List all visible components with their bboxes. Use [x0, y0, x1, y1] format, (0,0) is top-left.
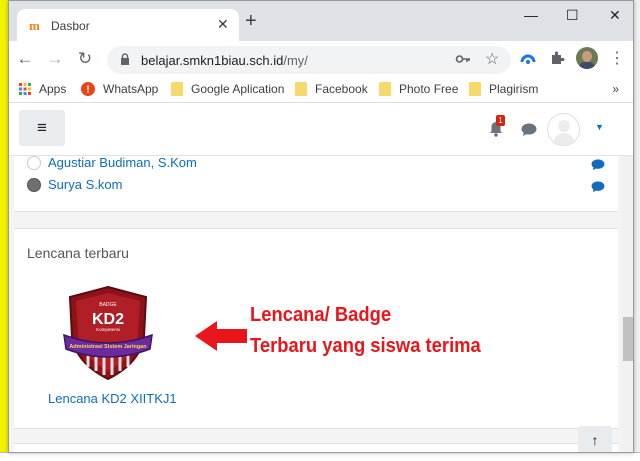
- bookmark-label: Apps: [39, 82, 67, 96]
- list-item[interactable]: Surya S.kom: [27, 177, 122, 192]
- bookmark-label: WhatsApp: [103, 82, 159, 96]
- url-text: belajar.smkn1biau.sch.id/my/: [141, 53, 308, 68]
- bookmark-photo-free[interactable]: Photo Free: [379, 82, 458, 96]
- bookmark-google-aplication[interactable]: Google Aplication: [171, 82, 284, 96]
- badge-kd2-icon[interactable]: BADGE KD2 Kompetensi Administrasi Sistem…: [58, 283, 158, 383]
- bookmark-facebook[interactable]: Facebook: [295, 82, 368, 96]
- messages-icon[interactable]: [521, 123, 537, 137]
- bookmark-label: Google Aplication: [191, 82, 285, 96]
- apps-grid-icon: [19, 83, 31, 95]
- bookmark-label: Facebook: [315, 82, 368, 96]
- list-item[interactable]: Agustiar Budiman, S.Kom: [27, 155, 197, 170]
- tab-dasbor[interactable]: m Dasbor ✕: [17, 9, 239, 41]
- whatsapp-icon: !: [81, 82, 95, 96]
- bookmark-apps[interactable]: Apps: [19, 82, 66, 96]
- contact-name[interactable]: Surya S.kom: [48, 177, 122, 192]
- new-tab-button[interactable]: +: [245, 11, 257, 31]
- address-bar[interactable]: belajar.smkn1biau.sch.id/my/ ☆: [107, 46, 511, 74]
- annotation-line-2: Terbaru yang siswa terima: [250, 335, 481, 357]
- online-users-block: Agustiar Budiman, S.Kom Surya S.kom: [14, 155, 618, 212]
- folder-icon: [295, 82, 307, 96]
- key-icon[interactable]: [455, 51, 471, 67]
- moodle-navbar: ≡ 1 ▼: [9, 103, 633, 156]
- moodle-favicon-icon: m: [29, 18, 40, 33]
- annotation-line-1: Lencana/ Badge: [250, 304, 392, 326]
- lock-icon: [121, 53, 129, 65]
- bookmark-whatsapp[interactable]: ! WhatsApp: [81, 82, 158, 96]
- close-tab-icon[interactable]: ✕: [217, 16, 229, 33]
- bookmarks-bar: Apps ! WhatsApp Google Aplication Facebo…: [9, 77, 633, 103]
- scrollbar-thumb[interactable]: [623, 317, 633, 361]
- minimize-button[interactable]: —: [524, 7, 538, 23]
- bookmark-label: Plagirism: [489, 82, 539, 96]
- close-window-button[interactable]: ✕: [609, 7, 621, 24]
- send-message-icon[interactable]: [591, 159, 605, 171]
- maximize-button[interactable]: ☐: [566, 7, 579, 24]
- forward-arrow-icon[interactable]: →: [45, 49, 65, 69]
- badge-link[interactable]: Lencana KD2 XIITKJ1: [48, 391, 177, 406]
- send-message-icon[interactable]: [591, 181, 605, 193]
- block-title: Lencana terbaru: [27, 245, 129, 261]
- notification-count-badge: 1: [496, 115, 505, 126]
- back-to-top-button[interactable]: ↑: [578, 426, 612, 452]
- browser-toolbar: ← → ↻ belajar.smkn1biau.sch.id/my/ ☆ ⋮: [9, 41, 633, 77]
- tab-bar: m Dasbor ✕ + — ☐ ✕: [9, 1, 633, 41]
- drawer-menu-button[interactable]: ≡: [19, 110, 65, 146]
- page-scrollbar[interactable]: [621, 156, 633, 452]
- tab-title: Dasbor: [51, 19, 90, 33]
- folder-icon: [469, 82, 481, 96]
- bookmark-plagirism[interactable]: Plagirism: [469, 82, 538, 96]
- folder-icon: [171, 82, 183, 96]
- bookmark-star-icon[interactable]: ☆: [485, 49, 499, 69]
- profile-avatar[interactable]: [576, 47, 598, 69]
- back-arrow-icon[interactable]: ←: [15, 49, 35, 69]
- svg-text:KD2: KD2: [92, 311, 124, 328]
- puzzle-extensions-icon[interactable]: [549, 50, 565, 66]
- svg-text:Kompetensi: Kompetensi: [96, 327, 120, 332]
- avatar: [27, 155, 41, 170]
- background-spreadsheet: [0, 452, 640, 461]
- folder-icon: [379, 82, 391, 96]
- latest-badges-block: Lencana terbaru BADGE KD2 Kompetensi Adm…: [14, 228, 618, 429]
- avatar: [27, 177, 41, 192]
- next-block: [14, 443, 618, 452]
- bookmark-label: Photo Free: [399, 82, 459, 96]
- more-bookmarks-icon[interactable]: »: [612, 82, 619, 96]
- contact-name[interactable]: Agustiar Budiman, S.Kom: [48, 155, 197, 170]
- reload-icon[interactable]: ↻: [75, 49, 95, 69]
- browser-menu-icon[interactable]: ⋮: [607, 49, 627, 69]
- red-arrow-left-icon: [195, 321, 247, 351]
- user-avatar[interactable]: [547, 113, 580, 146]
- svg-text:Administrasi Sistem Jaringan: Administrasi Sistem Jaringan: [69, 344, 147, 350]
- svg-text:!: !: [86, 85, 89, 96]
- browser-window: m Dasbor ✕ + — ☐ ✕ ← → ↻ belajar.smkn1bi…: [8, 0, 634, 453]
- extension-blue-icon[interactable]: [519, 50, 537, 68]
- user-menu-caret-icon[interactable]: ▼: [595, 122, 604, 132]
- page-content: ≡ 1 ▼ Agustiar Budiman, S.Kom Surya S.ko…: [9, 103, 633, 452]
- svg-text:BADGE: BADGE: [99, 302, 117, 308]
